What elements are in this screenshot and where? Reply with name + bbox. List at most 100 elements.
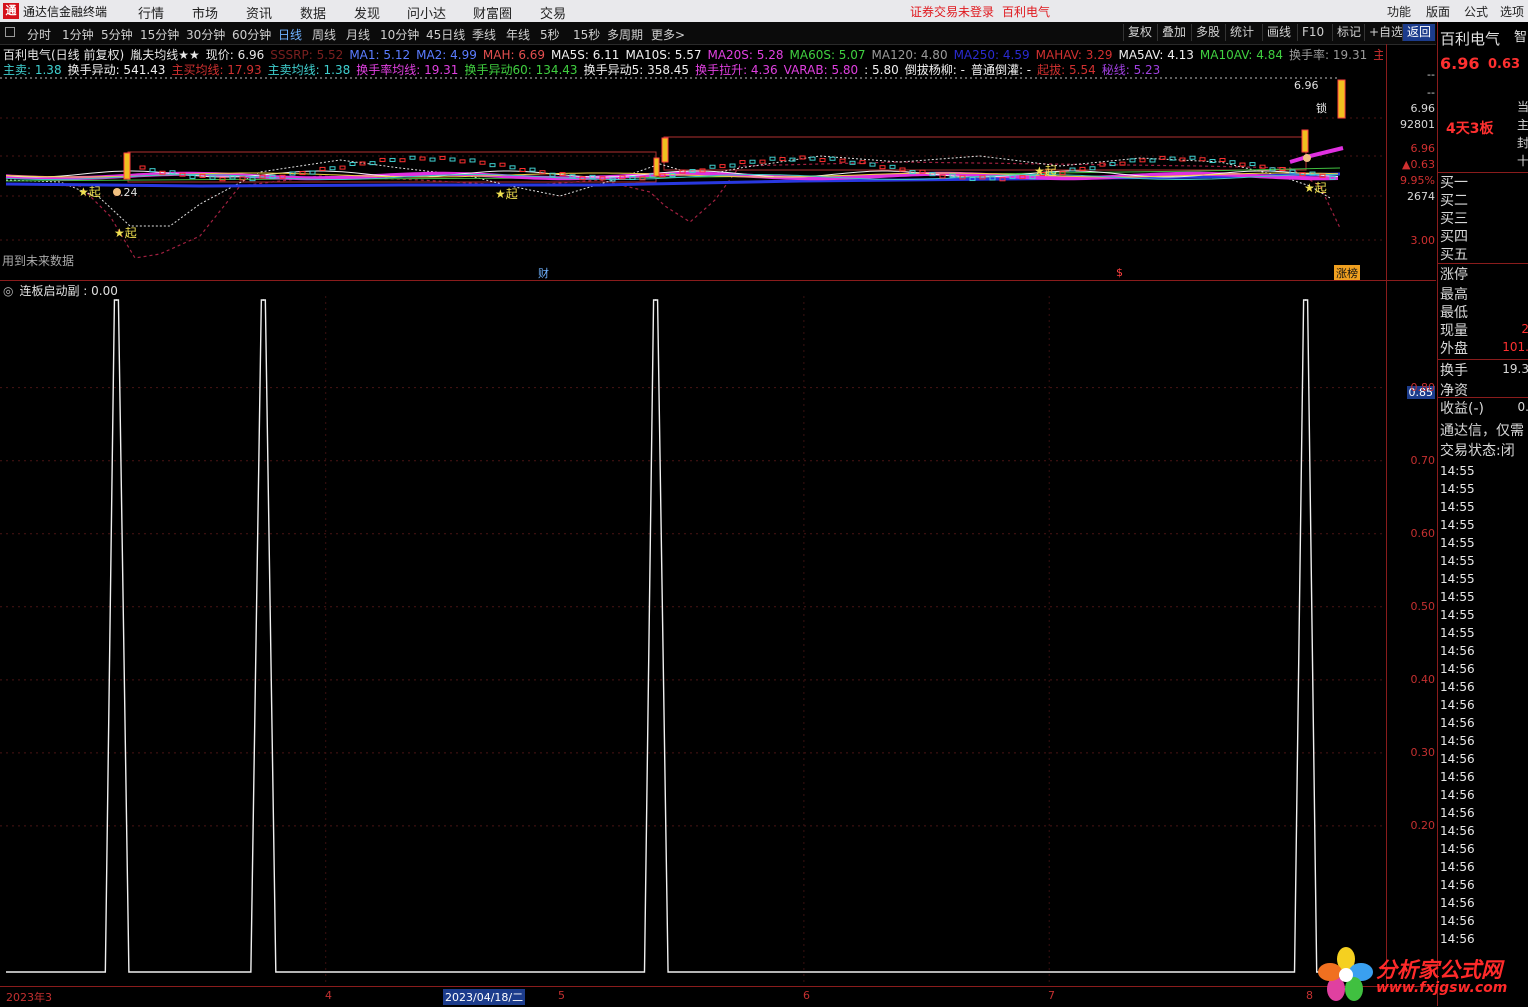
candle-69 xyxy=(829,156,836,161)
candle-28 xyxy=(419,156,426,161)
quote-sep-12 xyxy=(1438,397,1528,398)
indicators_line1-item-15: MA10AV: 4.84 xyxy=(1199,48,1284,62)
indicators_line1-item-0: 百利电气(日线 前复权) xyxy=(3,48,125,62)
period-tab-10[interactable]: 45日线 xyxy=(426,26,465,43)
menu-gongshi[interactable]: 公式 xyxy=(1464,3,1488,20)
hand-icon-1 xyxy=(1303,154,1311,162)
toolbar-button-0[interactable]: 复权 xyxy=(1123,24,1156,41)
signal-qi-2: ★起 xyxy=(114,226,137,240)
indicators_line1-item-10: MA60S: 5.07 xyxy=(789,48,866,62)
main-box-2 xyxy=(663,136,1307,171)
sub-axis-tick-1: 0.70 xyxy=(1410,453,1436,467)
toolbar-button-1[interactable]: 叠加 xyxy=(1157,24,1190,41)
signal-qi-1: ★起 xyxy=(78,185,101,199)
tick-time-1: 14:55 xyxy=(1440,482,1475,496)
period-tab-1[interactable]: 1分钟 xyxy=(62,26,94,43)
series-line-lianban xyxy=(6,299,1320,973)
indicators_line1-item-9: MA20S: 5.28 xyxy=(707,48,784,62)
candle-112 xyxy=(1259,164,1266,169)
candle-24 xyxy=(379,157,386,162)
tick-time-13: 14:56 xyxy=(1440,698,1475,712)
candle-31 xyxy=(449,157,456,162)
period-tab-8[interactable]: 月线 xyxy=(346,26,370,43)
menu-hangqing[interactable]: 行情 xyxy=(138,3,164,22)
menu-banmian[interactable]: 版面 xyxy=(1426,3,1450,20)
period-tab-2[interactable]: 5分钟 xyxy=(101,26,133,43)
indicators_line2-item-7: 换手拉升: 4.36 xyxy=(695,63,778,77)
quote-field-8: 现量 xyxy=(1440,323,1468,339)
toolbar-button-6[interactable]: 标记 xyxy=(1332,24,1365,41)
toolbar-button-4[interactable]: 画线 xyxy=(1262,24,1295,41)
candle-106 xyxy=(1199,157,1206,162)
indicators_line1-item-4: MA1: 5.12 xyxy=(349,48,411,62)
period-tab-4[interactable]: 30分钟 xyxy=(186,26,225,43)
menu-xuanxiang[interactable]: 选项 xyxy=(1500,3,1524,20)
marker-high: 6.96 xyxy=(1294,79,1319,92)
menu-jiaoyi[interactable]: 交易 xyxy=(540,3,566,22)
login-notice[interactable]: 证券交易未登录 xyxy=(910,3,994,20)
quote-side-4: 十 xyxy=(1516,154,1528,168)
quote-board-badge: 4天3板 xyxy=(1446,121,1494,137)
indicators_line1-item-6: MAH: 6.69 xyxy=(482,48,546,62)
toolbar-button-3[interactable]: 统计 xyxy=(1225,24,1258,41)
tick-time-23: 14:56 xyxy=(1440,878,1475,892)
quote-change: 0.63 xyxy=(1488,57,1521,72)
menu-wenxiaoda[interactable]: 问小达 xyxy=(407,3,446,22)
tick-time-26: 14:56 xyxy=(1440,932,1475,946)
period-tab-16[interactable]: 更多> xyxy=(651,26,685,43)
quote-smart-tab[interactable]: 智 xyxy=(1514,26,1527,45)
toolbar-button-5[interactable]: F10 xyxy=(1297,24,1328,41)
period-tab-12[interactable]: 年线 xyxy=(506,26,530,43)
tick-time-8: 14:55 xyxy=(1440,608,1475,622)
candle-107 xyxy=(1209,158,1216,163)
quote-value-8: 2 xyxy=(1521,322,1528,336)
quote-value-10: 19.3 xyxy=(1502,362,1528,376)
indicators_line1-item-1: 胤夫均线★★ xyxy=(130,48,200,62)
period-tab-15[interactable]: 多周期 xyxy=(607,26,643,43)
menu-gongneng[interactable]: 功能 xyxy=(1387,3,1411,20)
period-tab-0[interactable]: 分时 xyxy=(27,26,51,43)
window-toggle-icon[interactable] xyxy=(5,27,15,37)
candle-7 xyxy=(209,175,216,180)
main-curve-white-dot xyxy=(5,155,1331,227)
marker-dollar[interactable]: $ xyxy=(1116,266,1123,279)
sub-indicator-chart[interactable] xyxy=(0,296,1386,984)
main-price-axis: -- -- 6.96 92801 6.96 ▲0.63 9.95% 2674 3… xyxy=(1386,44,1437,280)
series-pulse-peak-0 xyxy=(115,299,118,301)
tick-time-20: 14:56 xyxy=(1440,824,1475,838)
main-kline-chart[interactable] xyxy=(0,76,1386,280)
period-tab-3[interactable]: 15分钟 xyxy=(140,26,179,43)
candle-64 xyxy=(779,157,786,162)
period-tab-5[interactable]: 60分钟 xyxy=(232,26,271,43)
tick-time-22: 14:56 xyxy=(1440,860,1475,874)
menu-faxian[interactable]: 发现 xyxy=(354,3,380,22)
period-tab-13[interactable]: 5秒 xyxy=(540,26,560,43)
watermark: 分析家公式网 www.fxjgsw.com xyxy=(1318,946,1514,1002)
period-tab-9[interactable]: 10分钟 xyxy=(380,26,419,43)
indicators_line1-item-13: MAHAV: 3.29 xyxy=(1035,48,1113,62)
signal-qi-5: ★起 xyxy=(1304,181,1327,195)
menu-caifuquan[interactable]: 财富圈 xyxy=(473,3,512,22)
candle-23 xyxy=(369,161,376,166)
toolbar-button-7[interactable]: +自选 xyxy=(1364,24,1407,41)
indicators_line2-item-10: 倒拔杨柳: - xyxy=(904,63,965,77)
period-tab-14[interactable]: 15秒 xyxy=(573,26,600,43)
marker-zhangbang[interactable]: 涨榜 xyxy=(1334,265,1360,281)
series-pulse-peak-1 xyxy=(262,299,265,301)
main-line-ma20-tail xyxy=(1289,146,1344,164)
marker-cai[interactable]: 财 xyxy=(538,265,549,281)
indicators_line2-item-13: 秘线: 5.23 xyxy=(1101,63,1161,77)
toolbar-button-2[interactable]: 多股 xyxy=(1191,24,1224,41)
period-tab-11[interactable]: 季线 xyxy=(472,26,496,43)
date-axis: 2023年3 4 2023/04/18/二 5 6 7 8 xyxy=(0,986,1436,1007)
candle-109 xyxy=(1229,160,1236,165)
tick-time-12: 14:56 xyxy=(1440,680,1475,694)
candle-60 xyxy=(739,160,746,165)
indicators_line1-item-17: 主买: 17.93 xyxy=(1373,48,1383,62)
toolbar-button-8[interactable]: 返回 xyxy=(1402,24,1436,41)
menu-shichang[interactable]: 市场 xyxy=(192,3,218,22)
period-tab-7[interactable]: 周线 xyxy=(312,26,336,43)
menu-zixun[interactable]: 资讯 xyxy=(246,3,272,22)
menu-shuju[interactable]: 数据 xyxy=(300,3,326,22)
period-tab-6[interactable]: 日线 xyxy=(278,26,302,43)
